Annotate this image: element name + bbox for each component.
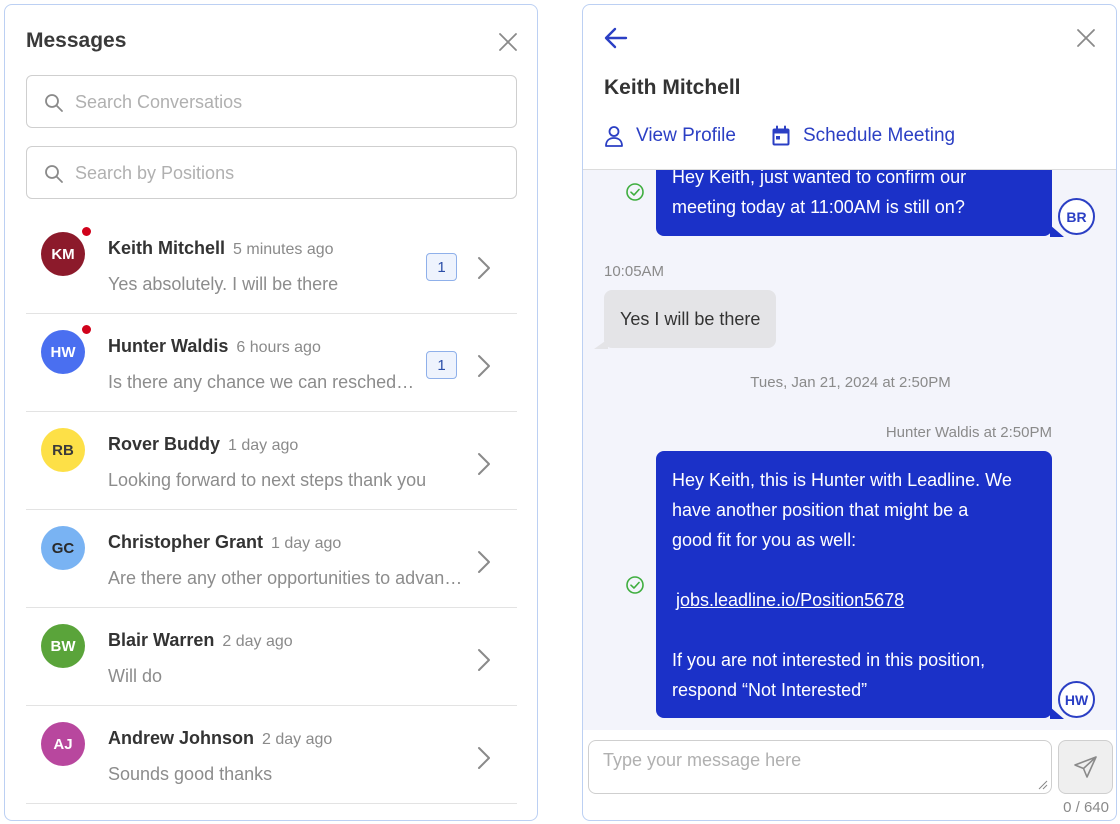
view-profile-button[interactable]: View Profile [604,125,736,147]
conversation-name: Christopher Grant 1 day ago [108,532,341,553]
avatar: AJ [41,722,85,766]
unread-count-badge: 1 [426,351,457,379]
position-link[interactable]: jobs.leadline.io/Position5678 [676,590,904,610]
conversation-time: 1 day ago [271,535,342,552]
character-counter: 0 / 640 [1063,799,1109,816]
search-positions-box [26,146,517,199]
search-conversations-input[interactable] [75,84,505,120]
avatar: BW [41,624,85,668]
unread-dot [82,325,91,334]
conversation-item-hunter-waldis[interactable]: HW Hunter Waldis 6 hours ago Is there any… [26,314,517,412]
conversation-preview: Sounds good thanks [108,764,273,784]
outgoing-message-bubble: Hey Keith, this is Hunter with Leadline.… [656,451,1064,719]
avatar: HW [41,330,85,374]
chevron-right-icon[interactable] [474,352,494,380]
unread-count-badge: 1 [426,253,457,281]
avatar: BR [1058,198,1095,235]
conversation-name: Andrew Johnson 2 day ago [108,728,332,749]
conversation-name: Rover Buddy 1 day ago [108,434,298,455]
message-line: Hey Keith, just wanted to confirm our [672,170,967,187]
message-line: meeting today at 11:00AM is still on? [672,197,965,217]
check-circle-icon [626,576,644,594]
send-icon [1073,756,1097,778]
search-icon [45,165,63,183]
outgoing-message-bubble: Hey Keith, just wanted to confirm our me… [656,170,1064,237]
view-profile-label: View Profile [636,125,736,146]
conversation-preview: Looking forward to next steps thank you [108,470,427,490]
send-button[interactable] [1058,740,1113,794]
message-composer [588,740,1052,794]
conversation-name: Blair Warren 2 day ago [108,630,293,651]
avatar: HW [1058,681,1095,718]
search-positions-input[interactable] [75,155,505,191]
conversation-time: 6 hours ago [236,339,321,356]
close-icon[interactable] [496,30,520,54]
messages-panel: Messages KM Keith Mitchell 5 minutes ago … [4,4,538,821]
conversation-name-text: Hunter Waldis [108,336,229,356]
conversation-name-text: Blair Warren [108,630,215,650]
conversation-item-keith-mitchell[interactable]: KM Keith Mitchell 5 minutes ago Yes absol… [26,216,517,314]
message-line: have another position that might be a [672,500,969,520]
message-line: Hey Keith, this is Hunter with Leadline.… [672,470,1012,490]
unread-dot [82,227,91,236]
conversation-item-rover-buddy[interactable]: RB Rover Buddy 1 day ago Looking forward … [26,412,517,510]
date-divider: Tues, Jan 21, 2024 at 2:50PM [750,374,951,391]
contact-name: Keith Mitchell [604,76,741,99]
bubble-tail [594,339,608,349]
conversation-name-text: Andrew Johnson [108,728,255,748]
schedule-meeting-label: Schedule Meeting [803,125,956,146]
conversation-time: 5 minutes ago [233,241,334,258]
conversation-name: Hunter Waldis 6 hours ago [108,336,321,357]
conversation-time: 2 day ago [222,633,293,650]
chat-thread[interactable]: Hey Keith, just wanted to confirm our me… [583,170,1116,730]
conversation-name: Keith Mitchell 5 minutes ago [108,238,334,259]
check-circle-icon [626,183,644,201]
conversation-item-blair-warren[interactable]: BW Blair Warren 2 day ago Will do [26,608,517,706]
message-sender-meta: Hunter Waldis at 2:50PM [885,424,1052,441]
conversation-preview: Will do [108,666,163,686]
avatar: KM [41,232,85,276]
chevron-right-icon[interactable] [474,646,494,674]
message-line: respond “Not Interested” [672,680,868,700]
avatar: RB [41,428,85,472]
conversation-item-andrew-johnson[interactable]: AJ Andrew Johnson 2 day ago Sounds good t… [26,706,517,804]
conversation-name-text: Christopher Grant [108,532,264,552]
chevron-right-icon[interactable] [474,450,494,478]
user-icon [605,126,623,147]
message-timestamp: 10:05AM [604,263,665,280]
avatar: GC [41,526,85,570]
calendar-icon [772,125,790,146]
incoming-message-bubble: Yes I will be there [594,290,777,349]
schedule-meeting-button[interactable]: Schedule Meeting [771,125,955,147]
chevron-right-icon[interactable] [474,254,494,282]
conversation-preview: Are there any other opportunities to adv… [108,568,468,588]
back-arrow-icon[interactable] [602,24,630,52]
resize-grip-icon[interactable] [1038,780,1048,790]
conversation-name-text: Rover Buddy [108,434,221,454]
conversation-time: 1 day ago [228,437,299,454]
close-icon[interactable] [1074,26,1098,50]
message-line: If you are not interested in this positi… [672,650,986,670]
message-input[interactable] [589,741,1051,793]
conversation-preview: Is there any chance we can reschedule ou… [108,372,424,392]
messages-title: Messages [26,29,127,52]
message-line: good fit for you as well: [672,530,857,550]
search-conversations-box [26,75,517,128]
message-text: Yes I will be there [620,308,761,329]
conversation-item-christopher-grant[interactable]: GC Christopher Grant 1 day ago Are there … [26,510,517,608]
conversation-time: 2 day ago [262,731,333,748]
chat-panel: Keith Mitchell View Profile Schedule Mee… [582,4,1117,821]
conversation-name-text: Keith Mitchell [108,238,226,258]
search-icon [45,94,63,112]
chevron-right-icon[interactable] [474,744,494,772]
conversation-list: KM Keith Mitchell 5 minutes ago Yes absol… [26,216,517,804]
conversation-preview: Yes absolutely. I will be there [108,274,339,294]
chevron-right-icon[interactable] [474,548,494,576]
